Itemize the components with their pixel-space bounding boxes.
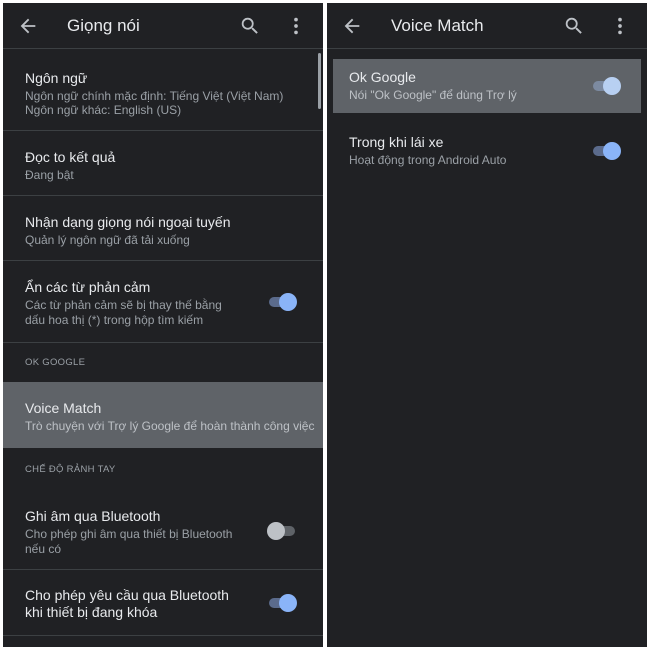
while-driving-title: Trong khi lái xe <box>349 134 444 150</box>
bluetooth-audio-desc-1: Cho phép ghi âm qua thiết bị Bluetooth <box>25 527 233 541</box>
read-aloud-title: Đọc to kết quả <box>25 149 116 165</box>
section-header-ok-google: OK GOOGLE <box>25 357 86 368</box>
back-arrow-icon[interactable] <box>17 15 39 37</box>
page-title: Voice Match <box>391 16 484 35</box>
voice-match-screen: Voice Match Ok Google Nói "Ok Google" để… <box>327 3 647 647</box>
voice-match-subtitle: Trò chuyện với Trợ lý Google để hoàn thà… <box>25 419 315 433</box>
bluetooth-audio-desc-2: nếu có <box>25 542 62 556</box>
voice-match-title: Voice Match <box>25 400 102 416</box>
language-other: Ngôn ngữ khác: English (US) <box>25 103 182 117</box>
language-primary: Ngôn ngữ chính mặc định: Tiếng Việt (Việ… <box>25 89 284 103</box>
language-title: Ngôn ngữ <box>25 70 88 86</box>
section-header-hands-free: CHẾ ĐỘ RẢNH TAY <box>25 464 116 475</box>
ok-google-toggle[interactable] <box>591 76 621 96</box>
page-title: Giọng nói <box>67 16 140 35</box>
app-bar: Voice Match <box>327 3 647 49</box>
ok-google-title: Ok Google <box>349 69 416 85</box>
block-offensive-words-setting[interactable]: Ẩn các từ phản cảm Các từ phản cảm sẽ bị… <box>3 261 323 343</box>
more-vert-icon[interactable] <box>285 15 307 37</box>
ok-google-setting[interactable]: Ok Google Nói "Ok Google" để dùng Trợ lý <box>333 59 641 113</box>
voice-settings-screen: Giọng nói Ngôn ngữ Ngôn ngữ chính mặc đị… <box>3 3 323 647</box>
toggle-thumb <box>279 594 297 612</box>
while-driving-subtitle: Hoạt động trong Android Auto <box>349 153 507 167</box>
bluetooth-audio-setting[interactable]: Ghi âm qua Bluetooth Cho phép ghi âm qua… <box>3 491 323 570</box>
while-driving-setting[interactable]: Trong khi lái xe Hoạt động trong Android… <box>327 117 647 181</box>
more-vert-icon[interactable] <box>609 15 631 37</box>
bluetooth-locked-setting[interactable]: Cho phép yêu cầu qua Bluetooth khi thiết… <box>3 570 323 636</box>
block-offensive-words-desc-2: dấu hoa thị (*) trong hộp tìm kiếm <box>25 313 204 327</box>
offline-recognition-title: Nhận dạng giọng nói ngoại tuyến <box>25 214 231 230</box>
offline-recognition-subtitle: Quản lý ngôn ngữ đã tải xuống <box>25 233 190 247</box>
toggle-thumb <box>267 522 285 540</box>
while-driving-toggle[interactable] <box>591 141 621 161</box>
offline-recognition-setting[interactable]: Nhận dạng giọng nói ngoại tuyến Quản lý … <box>3 196 323 261</box>
read-aloud-setting[interactable]: Đọc to kết quả Đang bật <box>3 131 323 196</box>
voice-match-setting[interactable]: Voice Match Trò chuyện với Trợ lý Google… <box>3 382 323 448</box>
toggle-thumb <box>603 77 621 95</box>
ok-google-subtitle: Nói "Ok Google" để dùng Trợ lý <box>349 88 517 102</box>
search-icon[interactable] <box>239 15 261 37</box>
language-setting[interactable]: Ngôn ngữ Ngôn ngữ chính mặc định: Tiếng … <box>3 53 323 131</box>
back-arrow-icon[interactable] <box>341 15 363 37</box>
bluetooth-locked-title-2: khi thiết bị đang khóa <box>25 604 158 620</box>
toggle-thumb <box>279 293 297 311</box>
block-offensive-words-desc-1: Các từ phản cảm sẽ bị thay thế bằng <box>25 298 222 312</box>
search-icon[interactable] <box>563 15 585 37</box>
bluetooth-audio-toggle[interactable] <box>267 521 297 541</box>
block-offensive-words-toggle[interactable] <box>267 292 297 312</box>
bluetooth-locked-toggle[interactable] <box>267 593 297 613</box>
read-aloud-status: Đang bật <box>25 168 74 182</box>
bluetooth-locked-title-1: Cho phép yêu cầu qua Bluetooth <box>25 587 229 603</box>
toggle-thumb <box>603 142 621 160</box>
app-bar: Giọng nói <box>3 3 323 49</box>
bluetooth-audio-title: Ghi âm qua Bluetooth <box>25 508 161 524</box>
block-offensive-words-title: Ẩn các từ phản cảm <box>25 279 151 295</box>
